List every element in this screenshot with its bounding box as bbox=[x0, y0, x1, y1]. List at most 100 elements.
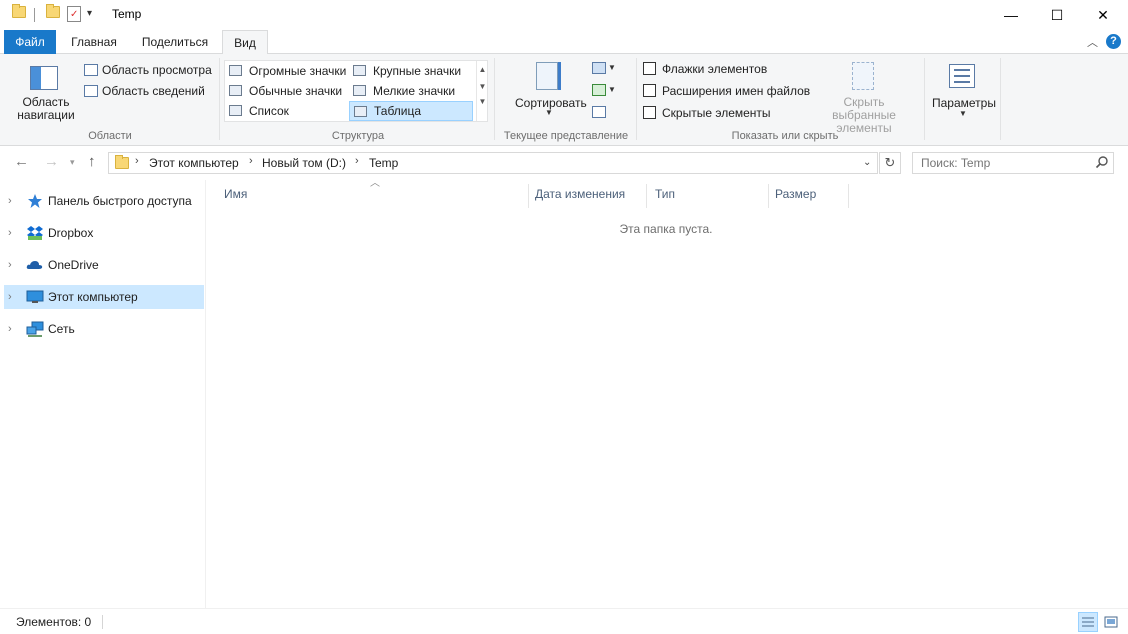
folder-icon bbox=[12, 4, 26, 18]
small-icons-icon bbox=[353, 85, 366, 96]
ribbon: Область навигации Область просмотра Обла… bbox=[0, 54, 1128, 146]
details-view-icon bbox=[1082, 617, 1094, 627]
list-icon bbox=[229, 105, 242, 116]
cloud-icon bbox=[26, 261, 43, 269]
sort-arrow-icon bbox=[558, 62, 561, 90]
forward-arrow-icon[interactable]: → bbox=[44, 153, 59, 170]
hidden-items-label[interactable]: Скрытые элементы bbox=[662, 106, 771, 120]
computer-icon bbox=[26, 290, 44, 303]
minimize-button[interactable]: — bbox=[988, 0, 1034, 30]
scroll-down-icon[interactable]: ▼ bbox=[477, 82, 488, 91]
group-by-dropdown-icon[interactable]: ▼ bbox=[608, 63, 616, 72]
divider bbox=[494, 58, 495, 140]
tab-home[interactable]: Главная bbox=[62, 30, 126, 54]
folder-icon bbox=[115, 155, 129, 169]
tab-view[interactable]: Вид bbox=[222, 30, 268, 55]
tree-item-quick-access[interactable]: › Панель быстрого доступа bbox=[4, 189, 204, 213]
sort-icon bbox=[536, 62, 558, 90]
hidden-items-checkbox[interactable] bbox=[643, 106, 656, 119]
expand-icon[interactable]: › bbox=[8, 189, 12, 213]
divider bbox=[1000, 58, 1001, 140]
tab-file[interactable]: Файл bbox=[4, 30, 56, 54]
chevron-right-icon[interactable]: › bbox=[135, 155, 139, 167]
expand-icon[interactable]: › bbox=[8, 221, 12, 245]
chevron-down-icon[interactable]: ⌄ bbox=[863, 157, 871, 168]
divider bbox=[102, 615, 103, 629]
expand-icon[interactable]: › bbox=[8, 253, 12, 277]
add-columns-dropdown-icon[interactable]: ▼ bbox=[608, 85, 616, 94]
file-extensions-checkbox[interactable] bbox=[643, 84, 656, 97]
column-header-size[interactable]: Размер bbox=[767, 184, 849, 208]
options-dropdown-icon[interactable]: ▼ bbox=[959, 109, 967, 118]
large-icons-view-button[interactable] bbox=[1101, 612, 1121, 632]
group-label-layout: Структура bbox=[331, 130, 385, 142]
divider bbox=[636, 58, 637, 140]
large-icons-icon bbox=[353, 65, 366, 76]
breadcrumb-temp[interactable]: Temp bbox=[369, 156, 398, 170]
breadcrumb-new-volume[interactable]: Новый том (D:) bbox=[262, 156, 346, 170]
layout-extra-large-icons[interactable]: Огромные значки bbox=[225, 61, 349, 81]
group-by-icon[interactable] bbox=[592, 62, 606, 74]
search-icon[interactable] bbox=[1095, 155, 1109, 169]
details-view-button[interactable] bbox=[1078, 612, 1098, 632]
layout-list[interactable]: Список bbox=[225, 101, 349, 121]
column-header-date-modified[interactable]: Дата изменения bbox=[527, 184, 647, 208]
tree-item-onedrive[interactable]: › OneDrive bbox=[4, 253, 204, 277]
details-icon bbox=[354, 106, 367, 117]
layout-large-icons[interactable]: Крупные значки bbox=[349, 61, 473, 81]
back-arrow-icon[interactable]: ← bbox=[14, 153, 29, 170]
layout-details[interactable]: Таблица bbox=[349, 101, 473, 121]
column-header-type[interactable]: Тип bbox=[647, 184, 769, 208]
group-label-current-view: Текущее представление bbox=[503, 130, 629, 142]
item-checkboxes-label[interactable]: Флажки элементов bbox=[662, 62, 767, 76]
gallery-more-icon[interactable]: ▼ bbox=[477, 97, 488, 106]
properties-icon[interactable]: ✓ bbox=[67, 6, 81, 22]
add-columns-icon[interactable] bbox=[592, 84, 606, 96]
address-bar[interactable]: › Этот компьютер › Новый том (D:) › Temp… bbox=[108, 152, 878, 174]
options-button[interactable]: Параметры bbox=[932, 96, 996, 110]
maximize-button[interactable]: ☐ bbox=[1034, 0, 1080, 30]
chevron-right-icon[interactable]: › bbox=[249, 155, 253, 167]
scroll-up-icon[interactable]: ▲ bbox=[477, 65, 488, 74]
details-pane-icon bbox=[84, 85, 98, 97]
tree-item-this-pc[interactable]: › Этот компьютер bbox=[4, 285, 204, 309]
item-count: Элементов: 0 bbox=[16, 615, 92, 629]
up-arrow-icon[interactable]: ↑ bbox=[88, 153, 96, 170]
chevron-right-icon[interactable]: › bbox=[355, 155, 359, 167]
layout-small-icons[interactable]: Мелкие значки bbox=[349, 81, 473, 101]
recent-locations-icon[interactable]: ▾ bbox=[70, 157, 75, 168]
tree-item-network[interactable]: › Сеть bbox=[4, 317, 204, 341]
quick-access-dropdown-icon[interactable]: ▾ bbox=[87, 8, 92, 19]
close-button[interactable]: ✕ bbox=[1080, 0, 1126, 30]
expand-icon[interactable]: › bbox=[8, 285, 12, 309]
expand-icon[interactable]: › bbox=[8, 317, 12, 341]
search-input[interactable] bbox=[921, 156, 1091, 170]
title-bar: ✓ ▾ Temp — ☐ ✕ bbox=[0, 0, 1128, 30]
refresh-icon[interactable]: ↻ bbox=[879, 152, 901, 174]
help-icon[interactable]: ? bbox=[1106, 34, 1121, 49]
column-header-name[interactable]: Имя bbox=[216, 184, 529, 208]
sort-dropdown-icon[interactable]: ▼ bbox=[545, 108, 553, 117]
navigation-pane-icon[interactable] bbox=[30, 66, 58, 90]
preview-pane-button[interactable]: Область просмотра bbox=[102, 63, 212, 77]
dropbox-icon bbox=[27, 226, 43, 240]
group-label-show-hide: Показать или скрыть bbox=[731, 130, 839, 142]
tree-item-dropbox[interactable]: › Dropbox bbox=[4, 221, 204, 245]
breadcrumb-this-pc[interactable]: Этот компьютер bbox=[149, 156, 239, 170]
size-columns-icon[interactable] bbox=[592, 106, 606, 118]
layout-gallery: Огромные значки Крупные значки Обычные з… bbox=[224, 60, 488, 122]
gallery-scroll[interactable]: ▲ ▼ ▼ bbox=[476, 61, 488, 121]
search-box[interactable] bbox=[912, 152, 1114, 174]
details-pane-button[interactable]: Область сведений bbox=[102, 84, 205, 98]
navigation-pane-button[interactable]: Область навигации bbox=[12, 96, 80, 122]
large-icons-view-icon bbox=[1104, 616, 1118, 628]
file-list: ︿ Имя Дата изменения Тип Размер Эта папк… bbox=[206, 178, 1128, 608]
file-extensions-label[interactable]: Расширения имен файлов bbox=[662, 84, 810, 98]
tab-share[interactable]: Поделиться bbox=[134, 30, 216, 54]
item-checkboxes-checkbox[interactable] bbox=[643, 62, 656, 75]
divider bbox=[34, 8, 35, 22]
new-folder-icon[interactable] bbox=[46, 4, 60, 18]
layout-medium-icons[interactable]: Обычные значки bbox=[225, 81, 349, 101]
hide-selected-icon bbox=[852, 62, 874, 90]
collapse-ribbon-icon[interactable]: ︿ bbox=[1087, 34, 1098, 50]
